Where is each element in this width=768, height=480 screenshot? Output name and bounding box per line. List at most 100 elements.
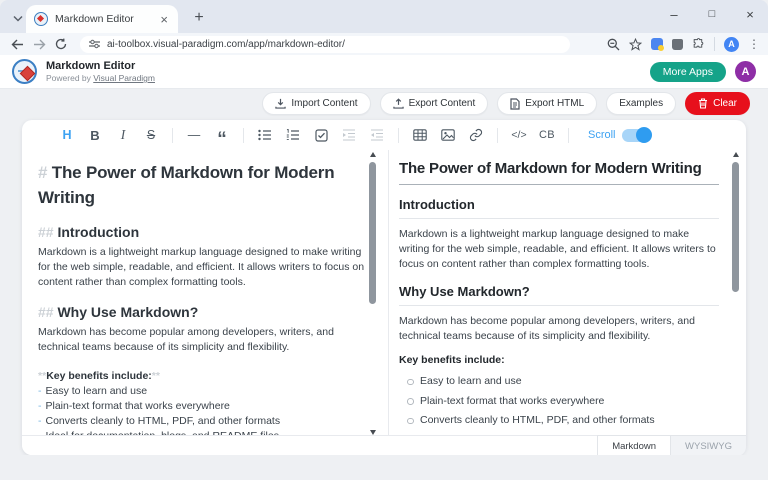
back-icon xyxy=(11,39,24,50)
tab-wysiwyg[interactable]: WYSIWYG xyxy=(670,435,746,456)
zoom-button[interactable] xyxy=(607,38,620,51)
scroll-up-icon[interactable] xyxy=(733,152,739,157)
browser-menu-button[interactable]: ⋮ xyxy=(748,37,760,51)
forward-icon xyxy=(33,39,46,50)
source-list-item: -Plain-text format that works everywhere xyxy=(38,399,370,414)
tab-markdown[interactable]: Markdown xyxy=(597,435,670,456)
mode-tab-bar: Markdown WYSIWYG xyxy=(22,435,746,455)
extension-flag-icon[interactable] xyxy=(672,39,683,50)
preview-pane: The Power of Markdown for Modern Writing… xyxy=(389,150,729,448)
list-marker: - xyxy=(38,385,42,397)
app-title: Markdown Editor xyxy=(46,60,155,72)
list-marker: - xyxy=(38,400,42,412)
puzzle-icon xyxy=(692,38,705,51)
forward-button[interactable] xyxy=(30,35,48,53)
ordered-list-icon xyxy=(286,129,300,141)
more-apps-button[interactable]: More Apps xyxy=(650,62,726,82)
table-button[interactable] xyxy=(408,124,432,146)
h2-marker: ## xyxy=(38,224,54,240)
extensions-button[interactable] xyxy=(692,38,705,51)
export-html-button[interactable]: Export HTML xyxy=(497,92,597,115)
preview-paragraph: Markdown is a lightweight markup languag… xyxy=(399,227,719,272)
source-paragraph: Markdown has become popular among develo… xyxy=(38,325,370,355)
ordered-list-button[interactable] xyxy=(281,124,305,146)
scroll-sync-toggle[interactable] xyxy=(622,129,651,142)
bold-button[interactable]: B xyxy=(83,124,107,146)
app-logo-icon xyxy=(12,59,37,84)
scroll-up-icon[interactable] xyxy=(370,152,376,157)
action-toolbar: Import Content Export Content Export HTM… xyxy=(262,92,750,115)
preview-scrollbar[interactable] xyxy=(731,152,740,448)
clear-button[interactable]: Clear xyxy=(685,92,750,115)
document-icon xyxy=(510,98,520,110)
powered-by-prefix: Powered by xyxy=(46,73,93,83)
scrollbar-thumb[interactable] xyxy=(369,162,376,304)
italic-button[interactable]: I xyxy=(111,124,135,146)
import-content-button[interactable]: Import Content xyxy=(262,92,370,115)
inline-code-button[interactable]: </> xyxy=(507,124,531,146)
heading-button[interactable]: H xyxy=(55,124,79,146)
source-h1-text: The Power of Markdown for Modern Writing xyxy=(38,163,334,207)
task-list-button[interactable] xyxy=(309,124,333,146)
minimize-button[interactable]: – xyxy=(662,2,686,26)
source-h2: ## Why Use Markdown? xyxy=(38,304,370,320)
address-bar[interactable]: ai-toolbox.visual-paradigm.com/app/markd… xyxy=(80,36,570,53)
source-list-item: -Converts cleanly to HTML, PDF, and othe… xyxy=(38,414,370,429)
bold-marker: ** xyxy=(152,370,160,382)
reload-icon xyxy=(55,38,67,50)
outdent-button[interactable] xyxy=(365,124,389,146)
bookmark-button[interactable] xyxy=(629,38,642,51)
reload-button[interactable] xyxy=(52,35,70,53)
image-button[interactable] xyxy=(436,124,460,146)
blockquote-button[interactable]: “ xyxy=(210,124,234,146)
import-content-label: Import Content xyxy=(291,98,357,109)
preview-h1: The Power of Markdown for Modern Writing xyxy=(399,160,719,185)
site-settings-icon xyxy=(89,39,100,49)
preview-list-item: Plain-text format that works everywhere xyxy=(405,394,719,409)
zoom-out-icon xyxy=(607,38,620,51)
indent-button[interactable] xyxy=(337,124,361,146)
source-list-text: Converts cleanly to HTML, PDF, and other… xyxy=(46,415,281,427)
back-button[interactable] xyxy=(8,35,26,53)
toolbar-divider xyxy=(568,128,569,143)
list-marker: - xyxy=(38,415,42,427)
source-scrollbar[interactable] xyxy=(368,152,377,435)
user-avatar[interactable]: A xyxy=(735,61,756,82)
bullet-list-button[interactable] xyxy=(253,124,277,146)
link-button[interactable] xyxy=(464,124,488,146)
scroll-sync-control: Scroll xyxy=(588,129,651,142)
tab-search-button[interactable] xyxy=(8,8,28,28)
site-favicon-icon xyxy=(34,12,48,26)
formatting-toolbar: H B I S — “ xyxy=(22,120,746,150)
browser-tab[interactable]: Markdown Editor × xyxy=(26,5,178,33)
browser-profile-avatar[interactable]: A xyxy=(724,37,739,52)
visual-paradigm-link[interactable]: Visual Paradigm xyxy=(93,73,155,83)
download-icon xyxy=(275,98,286,109)
code-block-button[interactable]: CB xyxy=(535,124,559,146)
markdown-source-pane[interactable]: # The Power of Markdown for Modern Writi… xyxy=(22,150,388,435)
scroll-sync-label: Scroll xyxy=(588,129,616,141)
tab-close-icon[interactable]: × xyxy=(158,13,170,26)
preview-bold-line: Key benefits include: xyxy=(399,354,719,366)
maximize-button[interactable]: □ xyxy=(700,2,724,26)
examples-button[interactable]: Examples xyxy=(606,92,676,115)
extension-icon[interactable] xyxy=(651,38,663,50)
scrollbar-thumb[interactable] xyxy=(732,162,739,292)
h2-marker: ## xyxy=(38,304,54,320)
window-close-button[interactable]: × xyxy=(738,2,762,26)
toolbar-divider xyxy=(398,128,399,143)
outdent-icon xyxy=(370,129,384,141)
preview-h2: Why Use Markdown? xyxy=(399,284,719,306)
bold-marker: ** xyxy=(38,370,46,382)
new-tab-button[interactable]: + xyxy=(188,7,210,29)
indent-icon xyxy=(342,129,356,141)
star-icon xyxy=(629,38,642,51)
export-content-button[interactable]: Export Content xyxy=(380,92,489,115)
preview-list-item: Converts cleanly to HTML, PDF, and other… xyxy=(405,413,719,428)
horizontal-rule-button[interactable]: — xyxy=(182,124,206,146)
checkbox-icon xyxy=(315,129,328,142)
link-icon xyxy=(469,128,483,142)
source-h2-text: Why Use Markdown? xyxy=(57,304,198,320)
strikethrough-button[interactable]: S xyxy=(139,124,163,146)
source-list-item: -Easy to learn and use xyxy=(38,384,370,399)
